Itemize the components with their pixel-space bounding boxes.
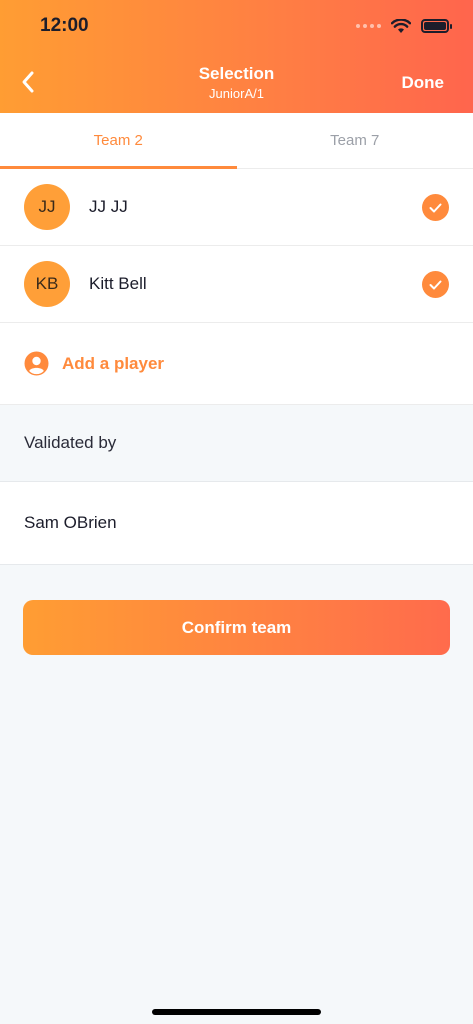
player-name: JJ JJ (89, 197, 128, 216)
done-button[interactable]: Done (402, 73, 445, 93)
team-tabs: Team 2 Team 7 (0, 113, 473, 169)
tab-team-2[interactable]: Team 2 (0, 113, 237, 169)
list-item[interactable]: KB Kitt Bell (0, 246, 473, 323)
selected-check-icon[interactable] (422, 271, 449, 298)
person-icon (24, 351, 49, 376)
status-time: 12:00 (40, 15, 89, 36)
add-player-button[interactable]: Add a player (0, 323, 473, 405)
home-indicator (152, 1009, 321, 1015)
nav-header: 12:00 Selection JuniorA/1 Done (0, 0, 473, 113)
tab-label: Team 7 (330, 132, 380, 149)
validator-name[interactable]: Sam OBrien (0, 482, 473, 565)
tab-team-7[interactable]: Team 7 (237, 113, 473, 168)
confirm-team-button[interactable]: Confirm team (23, 600, 450, 655)
player-list: JJ JJ JJ KB Kitt Bell Add a player (0, 169, 473, 405)
wifi-icon (391, 18, 411, 33)
avatar: JJ (24, 184, 70, 230)
tab-label: Team 2 (93, 132, 143, 149)
add-player-label: Add a player (62, 353, 165, 373)
avatar-initials: JJ (38, 197, 56, 216)
player-name: Kitt Bell (89, 274, 147, 293)
validated-by-heading: Validated by (0, 405, 473, 482)
list-item[interactable]: JJ JJ JJ (0, 169, 473, 246)
avatar: KB (24, 261, 70, 307)
cellular-signal-icon (356, 24, 381, 28)
status-icons (356, 16, 452, 36)
avatar-initials: KB (35, 274, 59, 293)
selected-check-icon[interactable] (422, 194, 449, 221)
battery-icon (421, 19, 452, 33)
